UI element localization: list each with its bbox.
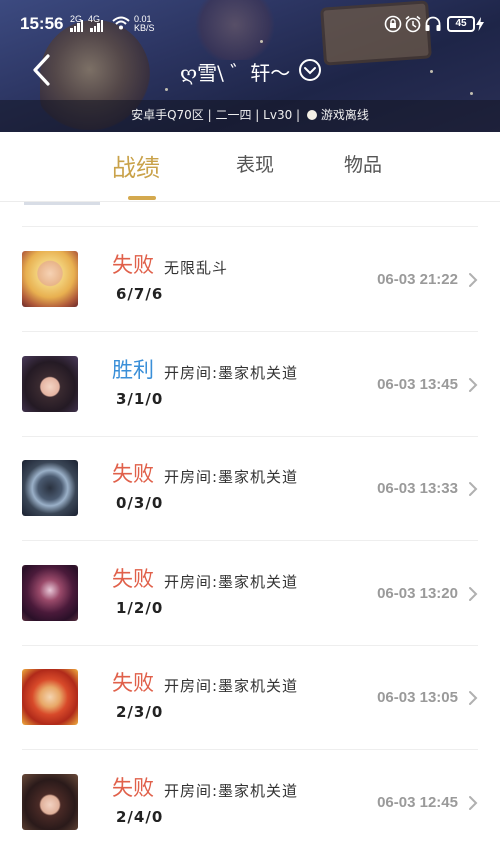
hero-avatar	[22, 355, 78, 412]
chevron-right-icon[interactable]	[466, 794, 480, 812]
status-time: 15:56	[20, 14, 64, 33]
player-server-level: 安卓手Q70区 | 二一四 | Lv30 |	[131, 108, 304, 122]
player-subtitle: 安卓手Q70区 | 二一四 | Lv30 | 游戏离线	[0, 106, 500, 123]
match-kda: 2/3/0	[116, 703, 164, 721]
match-time: 06-03 12:45	[377, 793, 458, 811]
match-result: 失败	[112, 671, 154, 695]
headphones-icon	[425, 16, 441, 31]
charging-icon	[476, 17, 484, 31]
player-name: ღ雪\ ゛轩〜	[180, 61, 291, 85]
match-result: 失败	[112, 462, 154, 486]
hero-avatar	[22, 251, 78, 307]
match-time: 06-03 13:45	[377, 375, 458, 393]
chevron-right-icon[interactable]	[466, 689, 480, 707]
match-row[interactable]: 失败 无限乱斗 6/7/6 06-03 21:22	[0, 227, 500, 331]
previous-item-edge	[24, 202, 100, 205]
offline-status-dot	[306, 110, 317, 120]
chevron-right-icon[interactable]	[466, 271, 480, 289]
hero-avatar	[22, 773, 78, 830]
header-star	[470, 92, 473, 95]
signal-bars-icon	[90, 20, 104, 32]
match-time: 06-03 13:05	[377, 689, 458, 706]
hero-avatar	[22, 460, 78, 516]
tab-record[interactable]: 战绩	[112, 148, 160, 183]
lock-rotation-icon	[384, 15, 402, 33]
header-star	[165, 88, 168, 91]
match-row[interactable]: 失败 开房间:墨家机关道 0/3/0 06-03 13:33	[0, 436, 500, 540]
match-mode: 无限乱斗	[164, 259, 229, 277]
chevron-right-icon[interactable]	[466, 585, 480, 603]
match-time: 06-03 21:22	[377, 271, 458, 288]
match-kda: 2/4/0	[116, 807, 164, 826]
tab-items[interactable]: 物品	[344, 150, 382, 177]
match-row[interactable]: 胜利 开房间:墨家机关道 3/1/0 06-03 13:45	[0, 332, 500, 436]
signal-bars-icon	[70, 20, 84, 32]
chevron-right-icon[interactable]	[466, 480, 480, 498]
match-row[interactable]: 失败 开房间:墨家机关道 2/3/0 06-03 13:05	[0, 645, 500, 749]
status-bar: 15:56 2G 4G 0.01 KB/S 45	[0, 0, 500, 50]
match-kda: 3/1/0	[116, 389, 164, 408]
active-tab-indicator	[128, 196, 156, 200]
match-kda: 1/2/0	[116, 598, 164, 617]
match-time: 06-03 13:20	[377, 584, 458, 602]
match-mode: 开房间:墨家机关道	[164, 781, 299, 800]
match-mode: 开房间:墨家机关道	[164, 677, 299, 695]
wifi-icon	[112, 16, 130, 30]
match-kda: 6/7/6	[116, 285, 164, 303]
hero-avatar	[22, 564, 78, 621]
match-time: 06-03 13:33	[377, 480, 458, 497]
match-mode: 开房间:墨家机关道	[164, 468, 299, 486]
tab-performance[interactable]: 表现	[236, 150, 274, 177]
network-speed: 0.01 KB/S	[134, 15, 155, 33]
battery-icon: 45	[447, 16, 475, 32]
match-kda: 0/3/0	[116, 494, 164, 512]
match-list[interactable]: 失败 无限乱斗 6/7/6 06-03 21:22 胜利 开房间:墨家机关道 3/1/0 06…	[0, 202, 500, 844]
match-row[interactable]: 失败 开房间:墨家机关道 1/2/0 06-03 13:20	[0, 541, 500, 645]
match-result: 失败	[112, 775, 154, 800]
chevron-right-icon[interactable]	[466, 376, 480, 394]
match-result: 胜利	[112, 357, 154, 382]
match-mode: 开房间:墨家机关道	[164, 572, 299, 591]
match-result: 失败	[112, 253, 154, 277]
tab-bar: 战绩 表现 物品	[0, 132, 500, 202]
network-speed-unit: KB/S	[134, 23, 155, 33]
header-star	[430, 70, 433, 73]
chevron-down-circle-icon[interactable]	[298, 58, 322, 82]
online-status-text: 游戏离线	[320, 108, 369, 122]
match-result: 失败	[112, 566, 154, 591]
alarm-icon	[405, 15, 421, 33]
hero-avatar	[22, 669, 78, 725]
back-arrow-icon[interactable]	[28, 52, 58, 88]
match-mode: 开房间:墨家机关道	[164, 363, 299, 382]
match-row[interactable]: 失败 开房间:墨家机关道 2/4/0 06-03 12:45	[0, 750, 500, 844]
